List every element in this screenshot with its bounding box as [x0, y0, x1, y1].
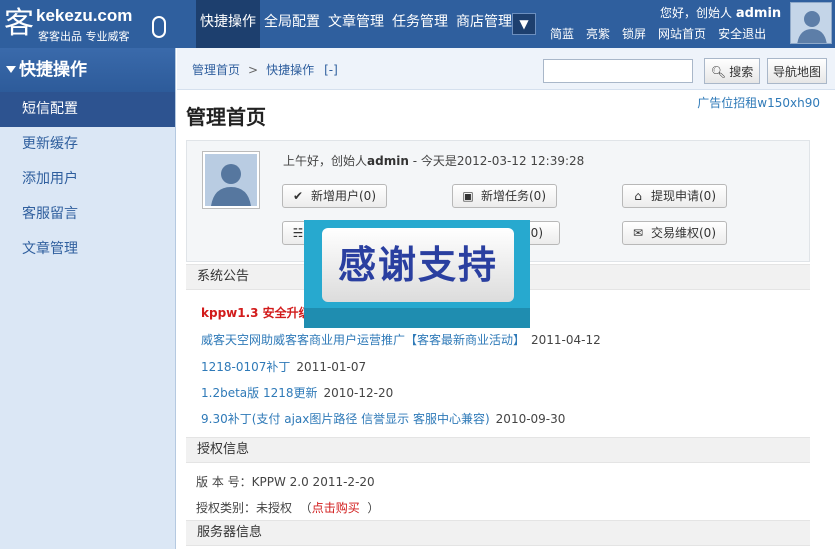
- withdraw-requests-button[interactable]: ⌂ 提现申请(0): [622, 184, 727, 208]
- sidebar-item-support-messages[interactable]: 客服留言: [0, 197, 175, 232]
- sidebar-item-update-cache[interactable]: 更新缓存: [0, 127, 175, 162]
- nav-article-manage[interactable]: 文章管理: [324, 0, 388, 48]
- trade-dispute-button[interactable]: ✉ 交易维权(0): [622, 221, 727, 245]
- announcement-link[interactable]: 9.30补丁(支付 ajax图片路径 信誉显示 客服中心兼容): [201, 412, 490, 426]
- breadcrumb-bar: 管理首页 > 快捷操作 [-] 🔍︎ 搜索 导航地图: [177, 48, 835, 90]
- list-item: 威客天空网助威客客商业用户运营推广【客客最新商业活动】 2011-04-12: [201, 331, 601, 348]
- nav-shop-manage[interactable]: 商店管理: [452, 0, 516, 48]
- license-header: 授权信息: [186, 437, 810, 463]
- nav-task-manage[interactable]: 任务管理: [388, 0, 452, 48]
- breadcrumb-collapse[interactable]: [-]: [324, 63, 338, 77]
- logout-link[interactable]: 安全退出: [712, 25, 772, 42]
- breadcrumb-current[interactable]: 快捷操作: [266, 63, 314, 77]
- theme-blue-link[interactable]: 简蓝: [544, 25, 580, 42]
- sitemap-button[interactable]: 导航地图: [767, 58, 827, 84]
- version-value: KPPW 2.0 2011-2-20: [251, 475, 375, 489]
- sidebar-item-article-manage[interactable]: 文章管理: [0, 232, 175, 267]
- type-label: 授权类别：: [196, 501, 257, 515]
- server-info-header: 服务器信息: [186, 520, 810, 546]
- avatar[interactable]: [790, 2, 832, 44]
- logo-text: kekezu.com: [36, 6, 133, 25]
- nav-more-dropdown-icon[interactable]: ▼: [512, 13, 536, 35]
- rss-icon: ☵: [292, 226, 304, 240]
- new-tasks-button[interactable]: ▣ 新增任务(0): [452, 184, 557, 208]
- breadcrumb-home[interactable]: 管理首页: [192, 63, 240, 77]
- triangle-down-icon: [6, 65, 16, 73]
- user-silhouette-icon: [791, 3, 831, 43]
- nav-quick-ops[interactable]: 快捷操作: [196, 0, 260, 48]
- thanks-overlay: 感谢支持: [304, 220, 530, 328]
- main-nav: 快捷操作 全局配置 文章管理 任务管理 商店管理: [196, 0, 516, 48]
- logo-slogan: 客客出品 专业威客: [38, 30, 130, 43]
- list-item: 9.30补丁(支付 ajax图片路径 信誉显示 客服中心兼容) 2010-09-3…: [201, 410, 565, 427]
- user-greeting: 您好，创始人 admin: [660, 4, 781, 21]
- logo-mark: 客: [4, 6, 34, 41]
- welcome-date: - 今天是2012-03-12 12:39:28: [408, 154, 585, 168]
- list-item: kppw1.3 安全升级: [201, 304, 311, 321]
- search-icon: 🔍︎: [710, 64, 726, 79]
- breadcrumb: 管理首页 > 快捷操作 [-]: [192, 61, 338, 78]
- announcement-link[interactable]: kppw1.3 安全升级: [201, 306, 311, 320]
- list-item: 1.2beta版 1218更新 2010-12-20: [201, 384, 393, 401]
- envelope-icon: ✉: [632, 226, 644, 240]
- sidebar-item-sms-config[interactable]: 短信配置: [0, 92, 175, 127]
- ad-slot-link[interactable]: 广告位招租w150xh90: [697, 94, 820, 111]
- announcement-date: 2010-12-20: [323, 386, 394, 400]
- home-icon: ⌂: [634, 189, 642, 203]
- welcome-prefix: 上午好，创始人: [283, 154, 368, 168]
- license-version: 版 本 号：KPPW 2.0 2011-2-20: [196, 473, 375, 490]
- thanks-card: 感谢支持: [322, 228, 514, 302]
- version-label: 版 本 号：: [196, 475, 252, 489]
- welcome-username: admin: [367, 154, 409, 168]
- new-users-label: 新增用户(0): [311, 189, 376, 203]
- sidebar-title[interactable]: 快捷操作: [0, 48, 175, 92]
- header-username: admin: [735, 6, 782, 21]
- announcement-link[interactable]: 1218-0107补丁: [201, 360, 290, 374]
- sidebar-item-add-user[interactable]: 添加用户: [0, 162, 175, 197]
- welcome-avatar: [202, 151, 260, 209]
- announcement-date: 2011-04-12: [531, 333, 601, 347]
- new-users-button[interactable]: ✔ 新增用户(0): [282, 184, 387, 208]
- announcement-link[interactable]: 威客天空网助威客客商业用户运营推广【客客最新商业活动】: [201, 333, 525, 347]
- top-header: 客 kekezu.com 客客出品 专业威客 快捷操作 全局配置 文章管理 任务…: [0, 0, 835, 48]
- withdraw-requests-label: 提现申请(0): [651, 189, 716, 203]
- overlay-base: [304, 308, 530, 328]
- theme-purple-link[interactable]: 亮紫: [580, 25, 616, 42]
- document-icon: ▣: [462, 189, 474, 203]
- paperclip-icon: [152, 16, 166, 38]
- paren-close: ）: [367, 501, 380, 515]
- search-button[interactable]: 🔍︎ 搜索: [704, 58, 760, 84]
- announcement-date: 2011-01-07: [296, 360, 367, 374]
- user-links: 简蓝 亮紫 锁屏 网站首页 安全退出: [544, 25, 772, 42]
- new-tasks-label: 新增任务(0): [481, 189, 546, 203]
- check-icon: ✔: [292, 189, 304, 203]
- license-type: 授权类别：未授权 （点击购买 ）: [196, 499, 379, 516]
- trade-dispute-label: 交易维权(0): [651, 226, 716, 240]
- thanks-text: 感谢支持: [337, 243, 498, 287]
- site-home-link[interactable]: 网站首页: [652, 25, 712, 42]
- page-title: 管理首页: [186, 105, 266, 129]
- sidebar: 快捷操作 短信配置 更新缓存 添加用户 客服留言 文章管理: [0, 48, 176, 549]
- search-button-label: 搜索: [729, 64, 754, 79]
- announcement-link[interactable]: 1.2beta版 1218更新: [201, 386, 318, 400]
- announcement-date: 2010-09-30: [495, 412, 566, 426]
- site-logo[interactable]: 客 kekezu.com 客客出品 专业威客: [0, 0, 196, 48]
- user-silhouette-icon: [205, 154, 257, 206]
- greeting-text: 您好，创始人: [660, 6, 733, 20]
- type-value: 未授权: [256, 501, 293, 515]
- nav-global-config[interactable]: 全局配置: [260, 0, 324, 48]
- paren-open: （: [299, 501, 312, 515]
- list-item: 1218-0107补丁 2011-01-07: [201, 358, 366, 375]
- welcome-message: 上午好，创始人admin - 今天是2012-03-12 12:39:28: [283, 152, 584, 169]
- sidebar-title-label: 快捷操作: [19, 60, 87, 80]
- search-input[interactable]: [543, 59, 693, 83]
- buy-license-link[interactable]: 点击购买: [312, 501, 360, 515]
- lock-screen-link[interactable]: 锁屏: [616, 25, 652, 42]
- chevron-right-icon: >: [248, 63, 259, 77]
